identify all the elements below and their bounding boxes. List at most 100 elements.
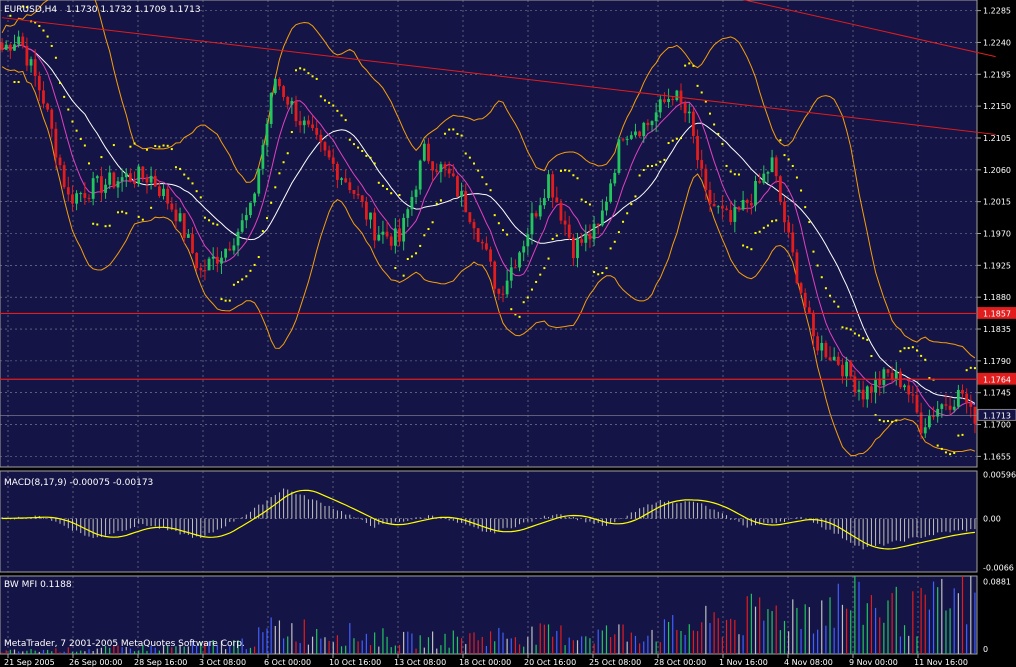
time-tick-label: 21 Sep 2005 xyxy=(4,658,55,667)
sar-dot xyxy=(816,264,819,267)
candle-body xyxy=(373,212,377,241)
candle-body xyxy=(571,237,575,259)
candle-body xyxy=(282,86,285,97)
candle-body xyxy=(563,220,567,225)
candle-body xyxy=(162,188,165,197)
candle-body xyxy=(555,197,559,203)
trading-chart[interactable]: 1.2285 1.2240 1.2195 1.2150 1.2105 1.2060 1.20… xyxy=(0,0,1016,667)
sar-dot xyxy=(274,186,277,189)
candle-body xyxy=(71,194,74,204)
sar-dot xyxy=(940,447,943,450)
sar-dot xyxy=(137,215,140,218)
sar-dot xyxy=(622,220,625,223)
sar-dot xyxy=(733,173,736,176)
sar-dot xyxy=(294,69,297,72)
candle-body xyxy=(29,59,33,66)
candle-body xyxy=(961,389,964,394)
sar-dot xyxy=(311,75,314,78)
sar-dot xyxy=(340,114,343,117)
sar-dot xyxy=(468,156,471,159)
candle-body xyxy=(261,145,265,169)
candle-body xyxy=(518,252,521,268)
candle-body xyxy=(770,157,774,173)
sar-dot xyxy=(63,95,66,98)
candle-body xyxy=(907,385,911,395)
candle-body xyxy=(385,231,389,237)
candle-body xyxy=(729,209,733,222)
sar-dot xyxy=(684,64,687,67)
candle-body xyxy=(547,174,550,199)
sar-dot xyxy=(439,199,442,202)
candle-body xyxy=(820,342,824,351)
sar-dot xyxy=(651,165,654,168)
sar-dot xyxy=(899,350,902,353)
sar-dot xyxy=(576,177,579,180)
sar-dot xyxy=(721,142,724,145)
sar-dot xyxy=(67,108,70,111)
price-tick-label: 1.2150 xyxy=(983,102,1011,111)
candle-body xyxy=(377,234,381,241)
candle-body xyxy=(944,404,948,406)
sar-dot xyxy=(402,274,405,277)
sar-dot xyxy=(737,173,740,176)
candle-body xyxy=(725,208,728,210)
sar-dot xyxy=(381,184,384,187)
sar-dot xyxy=(787,158,790,161)
candle-body xyxy=(402,217,406,242)
candle-body xyxy=(468,212,472,223)
candle-body xyxy=(0,42,4,50)
sar-dot xyxy=(584,200,587,203)
candle-body xyxy=(927,416,931,428)
sar-dot xyxy=(473,162,476,165)
sar-dot xyxy=(9,14,12,17)
candle-body xyxy=(708,189,712,205)
candle-body xyxy=(278,78,281,87)
sar-dot xyxy=(166,144,169,147)
candle-body xyxy=(104,184,107,193)
candle-body xyxy=(923,427,927,434)
candle-body xyxy=(812,312,815,337)
sar-dot xyxy=(957,434,960,437)
candle-body xyxy=(650,121,654,126)
candle-body xyxy=(613,172,617,184)
candle-body xyxy=(315,128,319,135)
ohlc-values: 1.1730 1.1732 1.1709 1.1713 xyxy=(66,5,201,15)
candle-body xyxy=(220,257,223,264)
sar-dot xyxy=(100,156,103,159)
sar-dot xyxy=(725,164,728,167)
candle-body xyxy=(75,193,78,204)
sar-dot xyxy=(261,230,264,233)
sar-dot xyxy=(323,99,326,102)
candle-body xyxy=(381,231,385,235)
candle-body xyxy=(145,178,149,183)
candle-body xyxy=(244,215,248,221)
sar-dot xyxy=(742,244,745,247)
time-tick-label: 28 Sep 16:00 xyxy=(134,658,187,667)
sar-dot xyxy=(907,347,910,350)
candle-body xyxy=(199,267,203,271)
sar-dot xyxy=(837,305,840,308)
sar-dot xyxy=(920,354,923,357)
price-label: 1.1857 xyxy=(983,309,1011,318)
candle-body xyxy=(302,120,306,126)
sar-dot xyxy=(179,167,182,170)
copyright-text: MetaTrader, 7 2001-2005 MetaQuotes Softw… xyxy=(4,639,245,649)
sar-dot xyxy=(489,189,492,192)
candle-body xyxy=(319,134,323,143)
candle-body xyxy=(480,241,484,244)
sar-dot xyxy=(858,334,861,337)
candle-body xyxy=(37,75,41,91)
candle-body xyxy=(803,292,807,308)
candle-body xyxy=(257,168,261,194)
candle-body xyxy=(62,165,66,188)
sar-dot xyxy=(410,255,413,258)
sar-dot xyxy=(895,419,898,422)
candle-body xyxy=(621,139,625,141)
candle-body xyxy=(240,220,244,232)
candle-body xyxy=(894,371,898,380)
candle-body xyxy=(795,252,799,284)
candle-body xyxy=(509,267,513,281)
candle-body xyxy=(153,175,157,187)
time-tick-label: 25 Oct 08:00 xyxy=(589,658,641,667)
sar-dot xyxy=(613,240,616,243)
